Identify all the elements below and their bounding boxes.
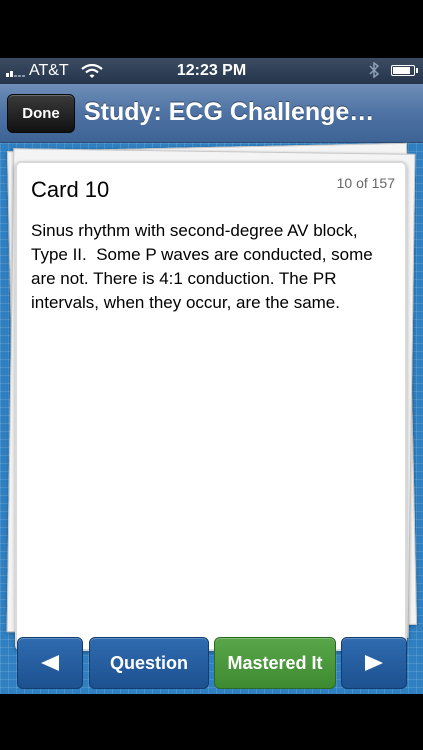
- done-button[interactable]: Done: [7, 94, 75, 133]
- navigation-bar: Done Study: ECG Challenge…: [0, 84, 423, 143]
- card-title: Card 10: [31, 177, 110, 202]
- card-stack-area: Card 10 10 of 157 Sinus rhythm with seco…: [0, 142, 423, 694]
- battery-icon: [391, 65, 418, 76]
- page-title: Study: ECG Challenge…: [84, 98, 375, 126]
- right-arrow-icon: [365, 655, 383, 671]
- left-arrow-icon: [41, 655, 59, 671]
- next-card-button[interactable]: [341, 637, 407, 689]
- previous-card-button[interactable]: [17, 637, 83, 689]
- card-counter: 10 of 157: [336, 175, 395, 191]
- flash-card[interactable]: Card 10 10 of 157 Sinus rhythm with seco…: [15, 161, 407, 651]
- bluetooth-icon: [369, 62, 380, 78]
- question-button[interactable]: Question: [89, 637, 209, 689]
- clock: 12:23 PM: [176, 62, 247, 79]
- status-bar: AT&T 12:23 PM: [0, 58, 423, 84]
- card-answer-text: Sinus rhythm with second-degree AV block…: [31, 221, 378, 312]
- mastered-it-button[interactable]: Mastered It: [214, 637, 336, 689]
- bottom-toolbar: Question Mastered It: [0, 637, 423, 691]
